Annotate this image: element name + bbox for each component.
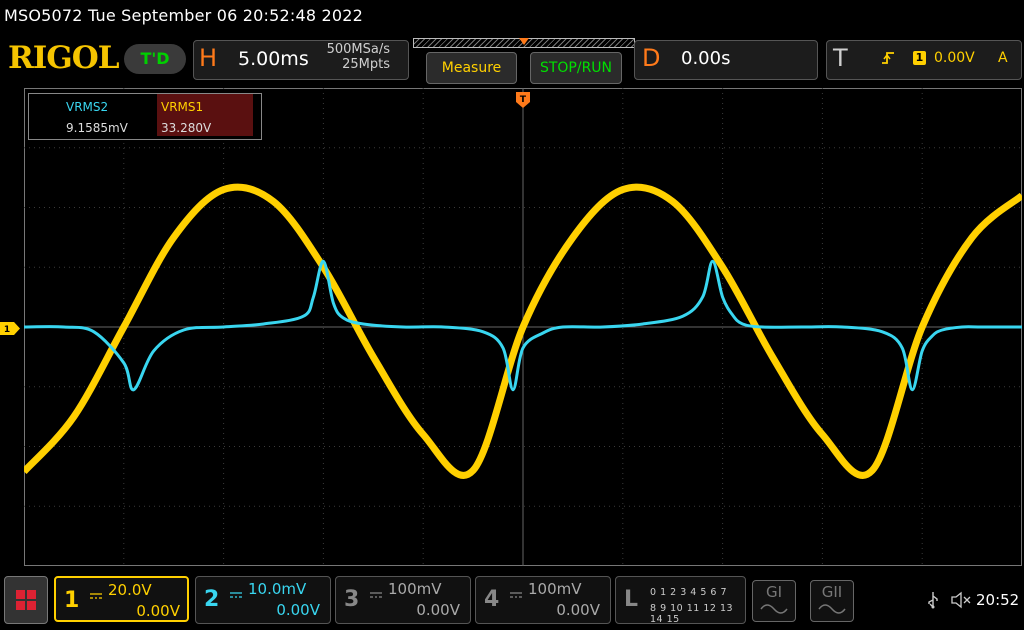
dc-coupling-icon <box>510 583 522 598</box>
model-datetime: MSO5072 Tue September 06 20:52:48 2022 <box>4 6 364 25</box>
channel-3-panel[interactable]: 3 100mV 0.00V <box>335 576 471 624</box>
channel-4-panel[interactable]: 4 100mV 0.00V <box>475 576 611 624</box>
channel-1-scale: 20.0V <box>108 581 152 599</box>
measurement-vrms1-value: 33.280V <box>161 121 212 135</box>
menu-grid-icon <box>16 590 36 610</box>
logic-label: L <box>624 587 639 612</box>
dc-coupling-icon <box>370 583 382 598</box>
channel-4-scale: 100mV <box>528 580 582 598</box>
ch1-ground-marker-icon[interactable]: 1 <box>0 320 20 335</box>
waveform-graticule[interactable] <box>24 88 1022 566</box>
trigger-label: T <box>833 44 848 72</box>
timeline-position-marker-icon <box>519 38 529 45</box>
system-clock: 20:52 <box>976 591 1020 609</box>
channel-4-number: 4 <box>484 587 500 612</box>
measurement-vrms2-value: 9.1585mV <box>66 121 128 135</box>
dc-coupling-icon <box>230 583 242 598</box>
measurement-vrms1-label: VRMS1 <box>161 100 204 114</box>
channel-3-scale: 100mV <box>388 580 442 598</box>
logic-channels-row-2: 8 9 10 11 12 13 14 15 <box>650 603 734 625</box>
rigol-logo: RIGOL <box>8 40 120 76</box>
trigger-level: 0.00V <box>934 50 975 66</box>
delay-value: 0.00s <box>681 48 731 69</box>
logic-channels-row-1: 0 1 2 3 4 5 6 7 <box>650 587 727 598</box>
rising-edge-icon <box>881 50 895 70</box>
channel-4-offset: 0.00V <box>556 601 600 619</box>
sine-wave-icon <box>818 604 846 614</box>
measure-button[interactable]: Measure <box>426 52 517 84</box>
delay-label: D <box>642 44 661 72</box>
channel-1-panel[interactable]: 1 20.0V 0.00V <box>54 576 189 622</box>
channel-3-offset: 0.00V <box>416 601 460 619</box>
memory-depth: 25Mpts <box>342 57 390 72</box>
channel-2-offset: 0.00V <box>276 601 320 619</box>
channel-2-number: 2 <box>204 587 220 612</box>
trigger-position-letter: T <box>520 95 527 105</box>
generator-2-label: GII <box>821 583 843 601</box>
run-state-badge[interactable]: T'D <box>124 44 186 74</box>
horizontal-label: H <box>199 44 218 72</box>
logic-analyzer-panel[interactable]: L 0 1 2 3 4 5 6 7 8 9 10 11 12 13 14 15 <box>615 576 746 625</box>
waveform-display <box>24 88 1022 566</box>
trigger-mode: A <box>998 50 1008 66</box>
usb-icon <box>926 591 940 613</box>
channel-2-scale: 10.0mV <box>248 580 307 598</box>
channel-1-offset: 0.00V <box>136 602 180 620</box>
channel-1-number: 1 <box>64 588 80 613</box>
timebase-value: 5.00ms <box>238 48 309 70</box>
measurement-vrms2-label: VRMS2 <box>66 100 109 114</box>
generator-1-label: GI <box>765 583 783 601</box>
ch1-ground-marker-label: 1 <box>4 325 10 335</box>
stop-run-button[interactable]: STOP/RUN <box>530 52 622 84</box>
trigger-source-badge: 1 <box>913 51 926 65</box>
sample-rate: 500MSa/s <box>326 42 390 57</box>
channel-3-number: 3 <box>344 587 360 612</box>
channel-2-panel[interactable]: 2 10.0mV 0.00V <box>195 576 331 624</box>
dc-coupling-icon <box>90 584 102 599</box>
generator-2-button[interactable]: GII <box>810 580 854 622</box>
speaker-muted-icon[interactable] <box>950 591 972 613</box>
main-menu-button[interactable] <box>4 576 48 624</box>
sine-wave-icon <box>760 604 788 614</box>
generator-1-button[interactable]: GI <box>752 580 796 622</box>
trigger-position-marker-icon[interactable]: T <box>516 92 530 108</box>
